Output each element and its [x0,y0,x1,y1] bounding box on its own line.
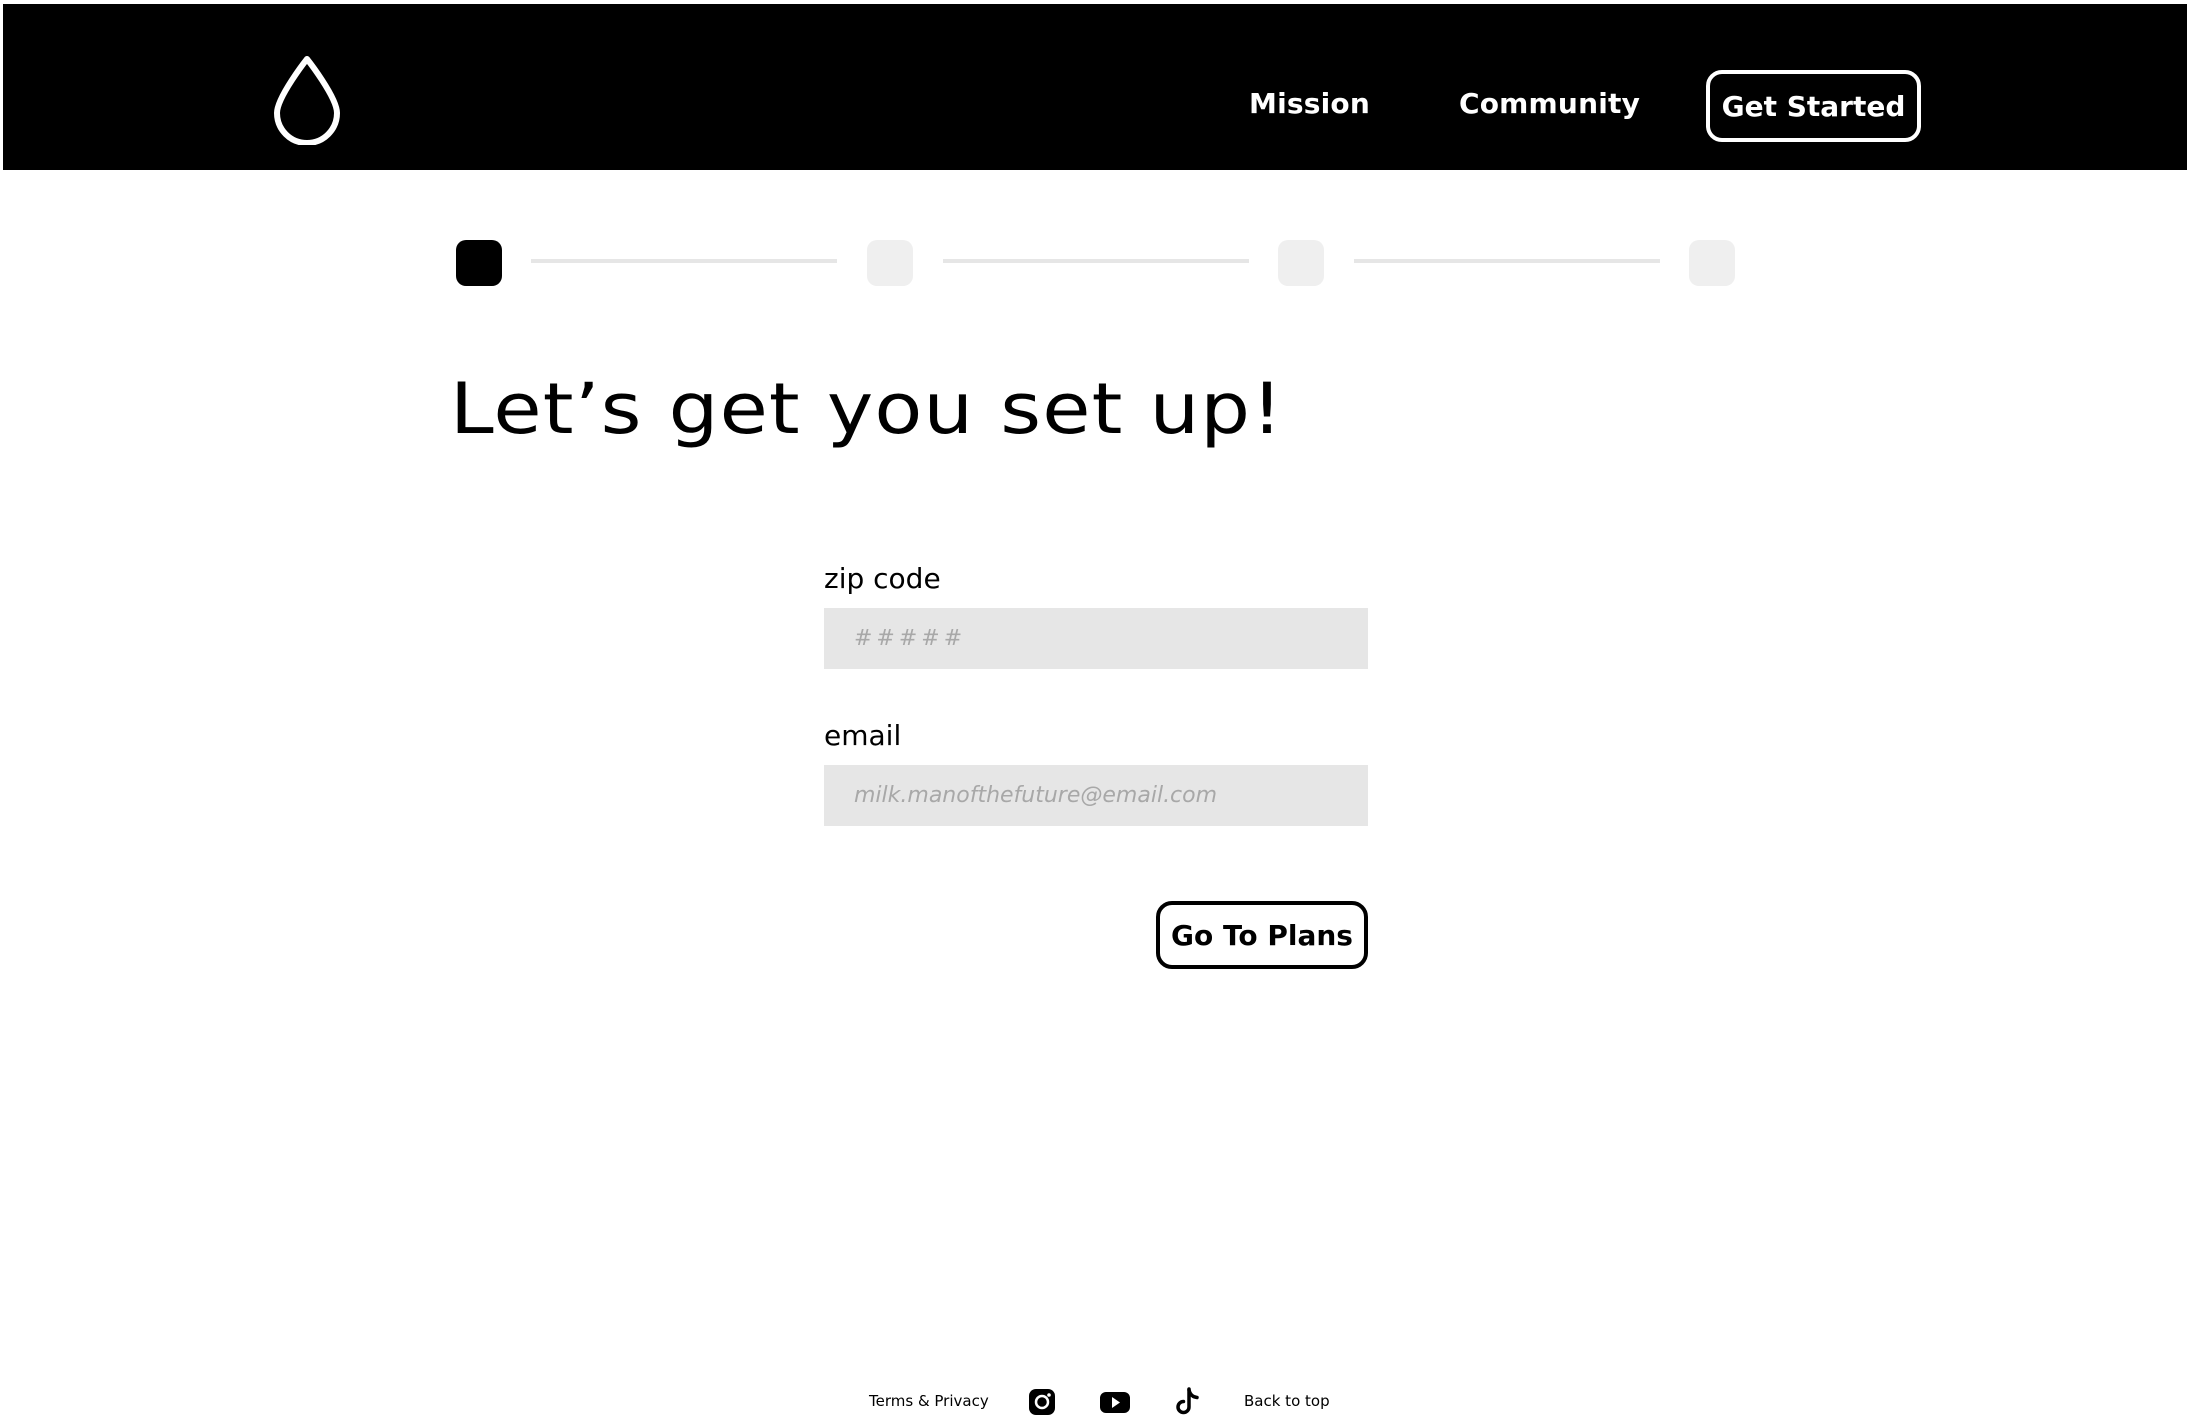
site-header: Mission Community Get Started [3,4,2187,170]
zip-code-label: zip code [824,562,941,595]
step-connector [943,259,1249,263]
get-started-button[interactable]: Get Started [1706,70,1921,142]
email-input[interactable] [824,765,1368,826]
email-label: email [824,719,902,752]
nav-community-link[interactable]: Community [1459,82,1640,126]
step-connector [1354,259,1660,263]
page: Mission Community Get Started Let’s get … [0,0,2187,1421]
step-4-indicator [1689,240,1735,286]
instagram-icon[interactable] [1027,1387,1057,1417]
zip-code-input[interactable] [824,608,1368,669]
terms-privacy-link[interactable]: Terms & Privacy [869,1391,989,1411]
page-title: Let’s get you set up! [450,368,1284,450]
nav-mission-link[interactable]: Mission [1249,82,1370,126]
step-2-indicator [867,240,913,286]
go-to-plans-button[interactable]: Go To Plans [1156,901,1368,969]
step-3-indicator [1278,240,1324,286]
water-drop-icon[interactable] [271,53,343,146]
step-connector [531,259,837,263]
back-to-top-link[interactable]: Back to top [1244,1391,1330,1411]
step-1-indicator [456,240,502,286]
youtube-icon[interactable] [1099,1387,1131,1417]
tiktok-icon[interactable] [1172,1387,1202,1417]
